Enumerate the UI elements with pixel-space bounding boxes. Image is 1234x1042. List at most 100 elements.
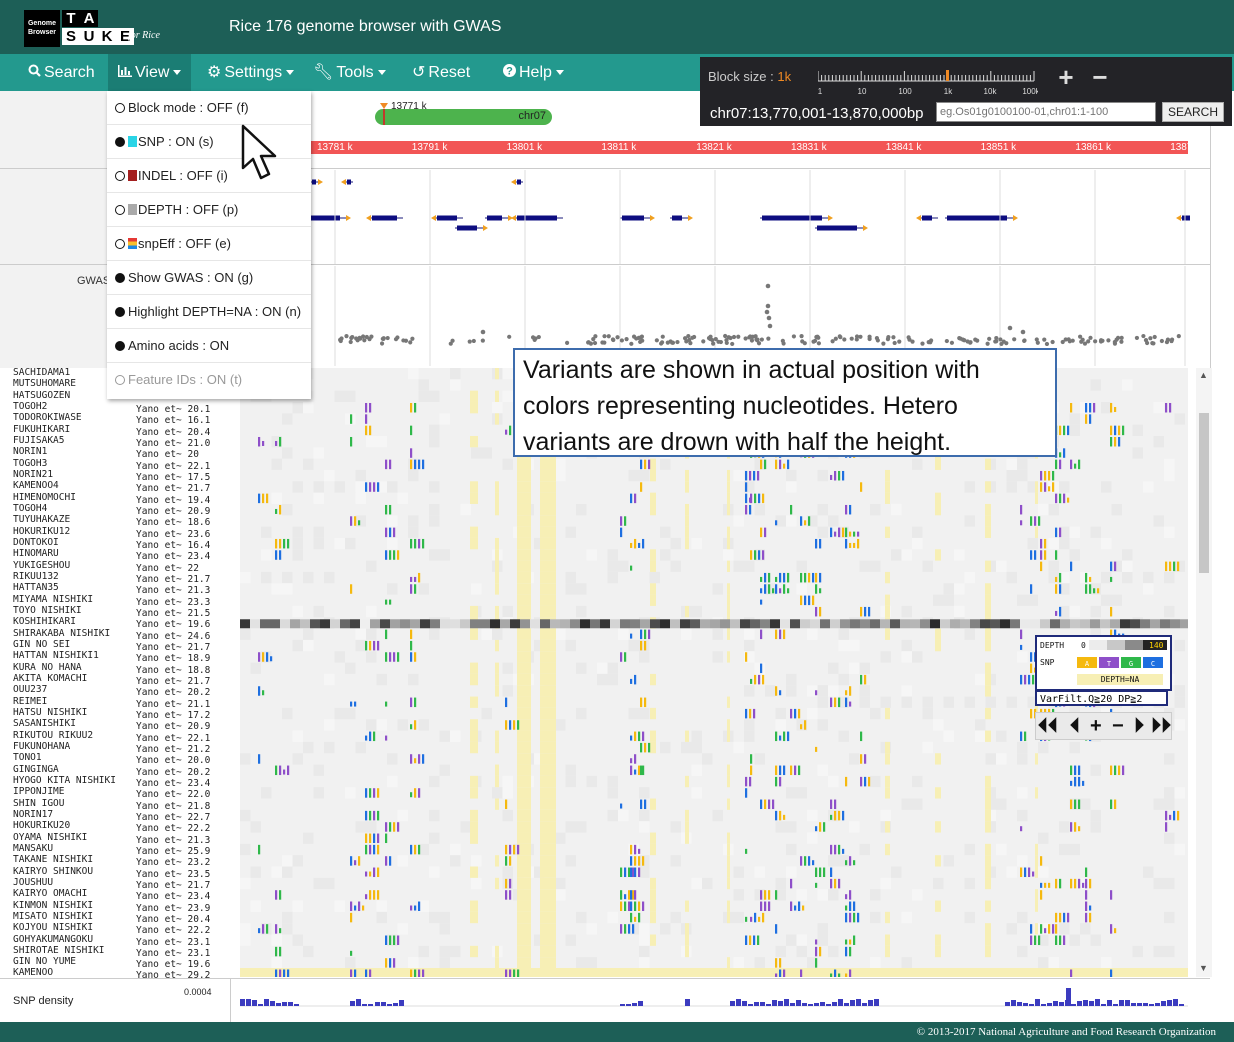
nav-tools[interactable]: 🔧︎ Tools xyxy=(313,54,386,91)
sample-row[interactable]: OUU237 Yano et~ 20.2 xyxy=(13,684,210,698)
gwas-point xyxy=(897,339,902,344)
sample-row[interactable]: HINOMARU Yano et~ 23.4 xyxy=(13,548,210,562)
position-search-input[interactable] xyxy=(936,102,1156,122)
sample-row[interactable]: MANSAKU Yano et~ 25.9 xyxy=(13,843,210,857)
sample-row[interactable]: REIMEI Yano et~ 21.1 xyxy=(13,696,210,710)
search-button[interactable]: SEARCH xyxy=(1162,102,1224,122)
block-size-slider[interactable]: 1 10 100 1k 10k 100k xyxy=(818,67,1038,97)
scroll-down-icon[interactable]: ▼ xyxy=(1199,963,1208,973)
sample-row[interactable]: TOYO NISHIKI Yano et~ 21.5 xyxy=(13,605,210,619)
sample-row[interactable]: KAMENOO4 Yano et~ 21.7 xyxy=(13,480,210,494)
sample-row[interactable]: HATTAN NISHIKI1 Yano et~ 18.9 xyxy=(13,650,210,664)
sample-row[interactable]: TAKANE NISHIKI Yano et~ 23.2 xyxy=(13,854,210,868)
gene-exon[interactable] xyxy=(817,225,857,231)
variant-mark xyxy=(509,844,512,855)
matrix-scrollbar[interactable]: ▲ ▼ xyxy=(1196,368,1212,977)
sample-row[interactable]: HOKURIKU20 Yano et~ 22.2 xyxy=(13,820,210,834)
sample-row[interactable]: NORIN1 Yano et~ 20 xyxy=(13,446,199,460)
sample-row[interactable]: RIKUTOU RIKUU2 Yano et~ 22.1 xyxy=(13,730,210,744)
sample-row[interactable]: FUJISAKA5 Yano et~ 21.0 xyxy=(13,435,210,449)
sample-row[interactable]: TOGOH3 Yano et~ 22.1 xyxy=(13,458,210,472)
sample-row[interactable]: HATTAN35 Yano et~ 21.3 xyxy=(13,582,210,596)
sample-row[interactable]: GOHYAKUMANGOKU Yano et~ 23.1 xyxy=(13,934,210,948)
sample-row[interactable]: OYAMA NISHIKI Yano et~ 21.3 xyxy=(13,832,210,846)
gene-exon[interactable] xyxy=(1182,215,1190,221)
zoom-in-button[interactable]: + xyxy=(1055,64,1077,90)
menu-item-show-gwas[interactable]: Show GWAS : ON (g) xyxy=(107,261,311,295)
app-logo[interactable]: Genome Browser T A S U K E for Rice xyxy=(24,10,166,47)
sample-row[interactable]: KAMENOO Yano et~ 29.2 xyxy=(13,967,210,981)
sample-row[interactable]: KINMON NISHIKI Yano et~ 23.9 xyxy=(13,900,210,914)
sample-row[interactable]: KOJYOU NISHIKI Yano et~ 22.2 xyxy=(13,922,210,936)
scroll-up-icon[interactable]: ▲ xyxy=(1199,370,1208,380)
sample-row[interactable]: KAIRYO SHINKOU Yano et~ 23.5 xyxy=(13,866,210,880)
zoom-out-button[interactable]: − xyxy=(1089,64,1111,90)
nav-view[interactable]: View xyxy=(108,54,192,91)
nav-search[interactable]: Search xyxy=(28,54,95,91)
gene-exon[interactable] xyxy=(947,215,1007,221)
nav-help[interactable]: ? Help xyxy=(503,54,564,91)
zoom-out-icon[interactable]: − xyxy=(1112,713,1124,739)
sample-row[interactable]: IPPONJIME Yano et~ 22.0 xyxy=(13,786,210,800)
gene-exon[interactable] xyxy=(312,179,316,185)
gene-exon[interactable] xyxy=(762,215,822,221)
sample-row[interactable]: FUKUHIKARI Yano et~ 20.4 xyxy=(13,424,210,438)
chromosome-bar[interactable]: chr07 xyxy=(375,109,552,125)
sample-row[interactable]: TUYUHAKAZE Yano et~ 18.6 xyxy=(13,514,210,528)
sample-row[interactable]: YUKIGESHOU Yano et~ 22 xyxy=(13,560,199,574)
sample-row[interactable]: SHIROTAE NISHIKI Yano et~ 23.1 xyxy=(13,945,210,959)
menu-item-snpeff[interactable]: snpEff : OFF (e) xyxy=(107,227,311,261)
jump-left-icon[interactable]: ⏴⏴ xyxy=(1038,713,1058,739)
sample-row[interactable]: HOKURIKU12 Yano et~ 23.6 xyxy=(13,526,210,540)
menu-item-block-mode[interactable]: Block mode : OFF (f) xyxy=(107,91,311,125)
sample-row[interactable]: MIYAMA NISHIKI Yano et~ 23.3 xyxy=(13,594,210,608)
sample-row[interactable]: KOSHIHIKARI Yano et~ 19.6 xyxy=(13,616,210,630)
sample-row[interactable]: TODOROKIWASE Yano et~ 16.1 xyxy=(13,412,210,426)
depth-na-cell xyxy=(495,537,499,550)
sample-row[interactable]: DONTOKOI Yano et~ 16.4 xyxy=(13,537,210,551)
depth-cell xyxy=(460,619,470,629)
sample-row[interactable]: HATSU NISHIKI Yano et~ 17.2 xyxy=(13,707,210,721)
nav-reset[interactable]: ↺ Reset xyxy=(412,54,470,91)
menu-item-highlight-depth-na[interactable]: Highlight DEPTH=NA : ON (n) xyxy=(107,295,311,329)
sample-row[interactable]: SASANISHIKI Yano et~ 20.9 xyxy=(13,718,210,732)
step-left-icon[interactable]: ⏴ xyxy=(1070,713,1080,739)
gene-exon[interactable] xyxy=(672,215,682,221)
gene-exon[interactable] xyxy=(517,215,557,221)
sample-row[interactable]: GINGINGA Yano et~ 20.2 xyxy=(13,764,210,778)
gene-exon[interactable] xyxy=(437,215,457,221)
gene-exon[interactable] xyxy=(922,215,932,221)
sample-row[interactable]: GIN NO YUME Yano et~ 19.6 xyxy=(13,956,210,970)
gene-exon[interactable] xyxy=(517,179,521,185)
step-right-icon[interactable]: ⏵ xyxy=(1134,713,1144,739)
sample-row[interactable]: AKITA KOMACHI Yano et~ 21.7 xyxy=(13,673,210,687)
sample-row[interactable]: GIN NO SEI Yano et~ 21.7 xyxy=(13,639,210,653)
sample-row[interactable]: TOGOH4 Yano et~ 20.9 xyxy=(13,503,210,517)
sample-row[interactable]: HIMENOMOCHI Yano et~ 19.4 xyxy=(13,492,210,506)
sample-row[interactable]: HYOGO KITA NISHIKI Yano et~ 23.4 xyxy=(13,775,210,789)
sample-row[interactable]: FUKUNOHANA Yano et~ 21.2 xyxy=(13,741,210,755)
gene-exon[interactable] xyxy=(622,215,644,221)
sample-row[interactable]: TOGOH2 Yano et~ 20.1 xyxy=(13,401,210,415)
jump-right-icon[interactable]: ⏵⏵ xyxy=(1151,713,1171,739)
zoom-in-icon[interactable]: + xyxy=(1090,713,1102,739)
gene-exon[interactable] xyxy=(487,215,502,221)
sample-row[interactable]: KAIRYO OMACHI Yano et~ 23.4 xyxy=(13,888,210,902)
sample-row[interactable]: NORIN17 Yano et~ 22.7 xyxy=(13,809,210,823)
scrollbar-thumb[interactable] xyxy=(1199,413,1209,573)
gene-track[interactable] xyxy=(240,170,1190,264)
gene-exon[interactable] xyxy=(347,179,351,185)
nav-settings[interactable]: ⚙ Settings xyxy=(207,54,295,91)
gene-exon[interactable] xyxy=(457,225,477,231)
sample-row[interactable]: JOUSHUU Yano et~ 21.7 xyxy=(13,877,210,891)
sample-row[interactable]: RIKUU132 Yano et~ 21.7 xyxy=(13,571,210,585)
sample-row[interactable]: SHIRAKABA NISHIKI Yano et~ 24.6 xyxy=(13,628,210,642)
sample-row[interactable]: KURA NO HANA Yano et~ 18.8 xyxy=(13,662,210,676)
sample-row[interactable]: NORIN21 Yano et~ 17.5 xyxy=(13,469,210,483)
sample-row[interactable]: SHIN IGOU Yano et~ 21.8 xyxy=(13,798,210,812)
sample-row[interactable]: MISATO NISHIKI Yano et~ 20.4 xyxy=(13,911,210,925)
gene-exon[interactable] xyxy=(372,215,397,221)
sample-row[interactable]: TONO1 Yano et~ 20.0 xyxy=(13,752,210,766)
menu-item-amino-acids[interactable]: Amino acids : ON xyxy=(107,329,311,363)
menu-item-depth[interactable]: DEPTH : OFF (p) xyxy=(107,193,311,227)
